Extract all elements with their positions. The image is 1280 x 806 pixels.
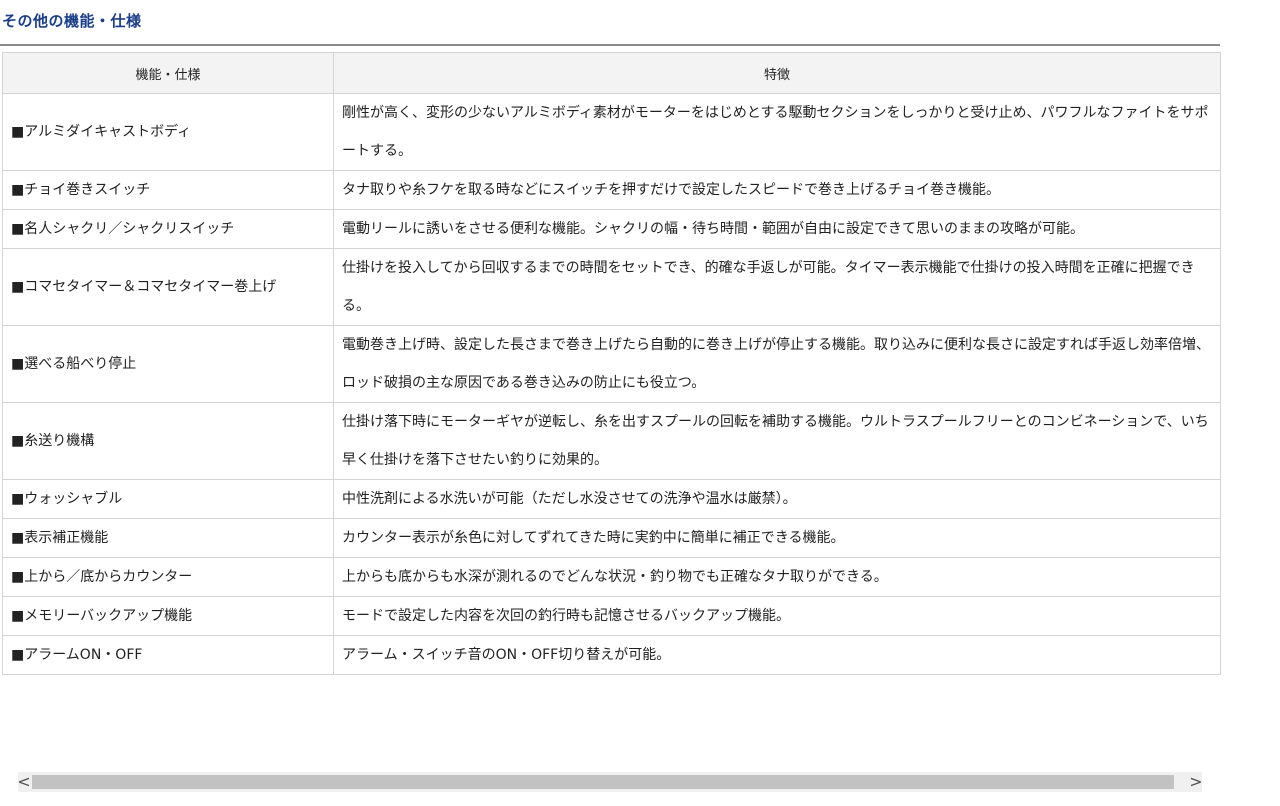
spec-table: 機能・仕様 特徴 ■アルミダイキャストボディ 剛性が高く、変形の少ないアルミボデ…: [2, 52, 1221, 675]
table-row: ■糸送り機構 仕掛け落下時にモーターギヤが逆転し、糸を出すスプールの回転を補助す…: [2, 402, 1221, 480]
description-cell: 仕掛けを投入してから回収するまでの時間をセットでき、的確な手返しが可能。タイマー…: [333, 248, 1221, 326]
column-header-description: 特徴: [333, 52, 1221, 94]
table-row: ■選べる船べり停止 電動巻き上げ時、設定した長さまで巻き上げたら自動的に巻き上げ…: [2, 325, 1221, 403]
description-cell: 上からも底からも水深が測れるのでどんな状況・釣り物でも正確なタナ取りができる。: [333, 557, 1221, 597]
feature-cell: ■アルミダイキャストボディ: [2, 93, 334, 171]
table-row: ■メモリーバックアップ機能 モードで設定した内容を次回の釣行時も記憶させるバック…: [2, 596, 1221, 636]
table-row: ■アルミダイキャストボディ 剛性が高く、変形の少ないアルミボディ素材がモーターを…: [2, 93, 1221, 171]
description-cell: 仕掛け落下時にモーターギヤが逆転し、糸を出すスプールの回転を補助する機能。ウルト…: [333, 402, 1221, 480]
title-divider: [0, 44, 1220, 46]
horizontal-scrollbar[interactable]: < >: [16, 772, 1204, 792]
description-cell: タナ取りや糸フケを取る時などにスイッチを押すだけで設定したスピードで巻き上げるチ…: [333, 170, 1221, 210]
feature-cell: ■表示補正機能: [2, 518, 334, 558]
description-cell: 剛性が高く、変形の少ないアルミボディ素材がモーターをはじめとする駆動セクションを…: [333, 93, 1221, 171]
description-cell: アラーム・スイッチ音のON・OFF切り替えが可能。: [333, 635, 1221, 675]
feature-cell: ■上から／底からカウンター: [2, 557, 334, 597]
feature-cell: ■名人シャクリ／シャクリスイッチ: [2, 209, 334, 249]
column-header-feature: 機能・仕様: [2, 52, 334, 94]
table-row: ■コマセタイマー＆コマセタイマー巻上げ 仕掛けを投入してから回収するまでの時間を…: [2, 248, 1221, 326]
description-cell: カウンター表示が糸色に対してずれてきた時に実釣中に簡単に補正できる機能。: [333, 518, 1221, 558]
table-header-row: 機能・仕様 特徴: [2, 52, 1221, 94]
feature-cell: ■コマセタイマー＆コマセタイマー巻上げ: [2, 248, 334, 326]
scroll-left-icon[interactable]: <: [16, 772, 32, 792]
table-row: ■チョイ巻きスイッチ タナ取りや糸フケを取る時などにスイッチを押すだけで設定した…: [2, 170, 1221, 210]
table-row: ■アラームON・OFF アラーム・スイッチ音のON・OFF切り替えが可能。: [2, 635, 1221, 675]
table-row: ■ウォッシャブル 中性洗剤による水洗いが可能（ただし水没させての洗浄や温水は厳禁…: [2, 479, 1221, 519]
page: その他の機能・仕様 機能・仕様 特徴 ■アルミダイキャストボディ 剛性が高く、変…: [0, 0, 1280, 806]
description-cell: 中性洗剤による水洗いが可能（ただし水没させての洗浄や温水は厳禁）。: [333, 479, 1221, 519]
feature-cell: ■アラームON・OFF: [2, 635, 334, 675]
table-row: ■名人シャクリ／シャクリスイッチ 電動リールに誘いをさせる便利な機能。シャクリの…: [2, 209, 1221, 249]
feature-cell: ■チョイ巻きスイッチ: [2, 170, 334, 210]
section-title: その他の機能・仕様: [2, 12, 142, 30]
feature-cell: ■メモリーバックアップ機能: [2, 596, 334, 636]
scroll-right-icon[interactable]: >: [1188, 772, 1204, 792]
description-cell: 電動リールに誘いをさせる便利な機能。シャクリの幅・待ち時間・範囲が自由に設定でき…: [333, 209, 1221, 249]
feature-cell: ■選べる船べり停止: [2, 325, 334, 403]
feature-cell: ■糸送り機構: [2, 402, 334, 480]
scrollbar-thumb[interactable]: [32, 775, 1174, 789]
description-cell: 電動巻き上げ時、設定した長さまで巻き上げたら自動的に巻き上げが停止する機能。取り…: [333, 325, 1221, 403]
table-row: ■上から／底からカウンター 上からも底からも水深が測れるのでどんな状況・釣り物で…: [2, 557, 1221, 597]
description-cell: モードで設定した内容を次回の釣行時も記憶させるバックアップ機能。: [333, 596, 1221, 636]
feature-cell: ■ウォッシャブル: [2, 479, 334, 519]
table-row: ■表示補正機能 カウンター表示が糸色に対してずれてきた時に実釣中に簡単に補正でき…: [2, 518, 1221, 558]
